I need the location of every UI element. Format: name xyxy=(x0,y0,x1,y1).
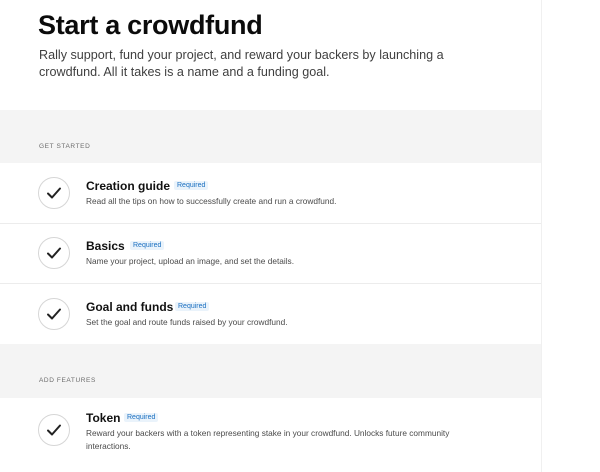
task-title: Creation guide xyxy=(86,179,171,193)
section-label-get-started: GET STARTED xyxy=(39,143,91,150)
right-gutter xyxy=(541,0,600,472)
task-description: Read all the tips on how to successfully… xyxy=(86,196,337,206)
check-circle-icon xyxy=(38,177,70,209)
task-title: Basics xyxy=(86,239,125,253)
page-title: Start a crowdfund xyxy=(38,10,263,40)
section-header-get-started xyxy=(0,110,541,163)
check-circle-icon xyxy=(38,414,70,446)
task-token[interactable]: Token Required Reward your backers with … xyxy=(0,398,541,472)
required-badge: Required xyxy=(124,413,159,422)
task-title: Token xyxy=(86,411,121,425)
section-header-add-features xyxy=(0,344,541,398)
check-circle-icon xyxy=(38,237,70,269)
crowdfund-setup-page: Start a crowdfund Rally support, fund yo… xyxy=(0,0,600,472)
task-creation-guide[interactable]: Creation guide Required Read all the tip… xyxy=(0,163,541,224)
check-circle-icon xyxy=(38,298,70,330)
required-badge: Required xyxy=(130,241,165,250)
task-title: Goal and funds xyxy=(86,300,174,314)
task-description: Set the goal and route funds raised by y… xyxy=(86,317,288,327)
required-badge: Required xyxy=(174,181,209,190)
task-description: Name your project, upload an image, and … xyxy=(86,256,295,266)
section-label-add-features: ADD FEATURES xyxy=(39,377,96,384)
task-goal-and-funds[interactable]: Goal and funds Required Set the goal and… xyxy=(0,284,541,345)
page-subtitle: Rally support, fund your project, and re… xyxy=(39,48,444,79)
required-badge: Required xyxy=(175,302,210,311)
task-description: Reward your backers with a token represe… xyxy=(86,428,450,451)
task-basics[interactable]: Basics Required Name your project, uploa… xyxy=(0,224,541,284)
